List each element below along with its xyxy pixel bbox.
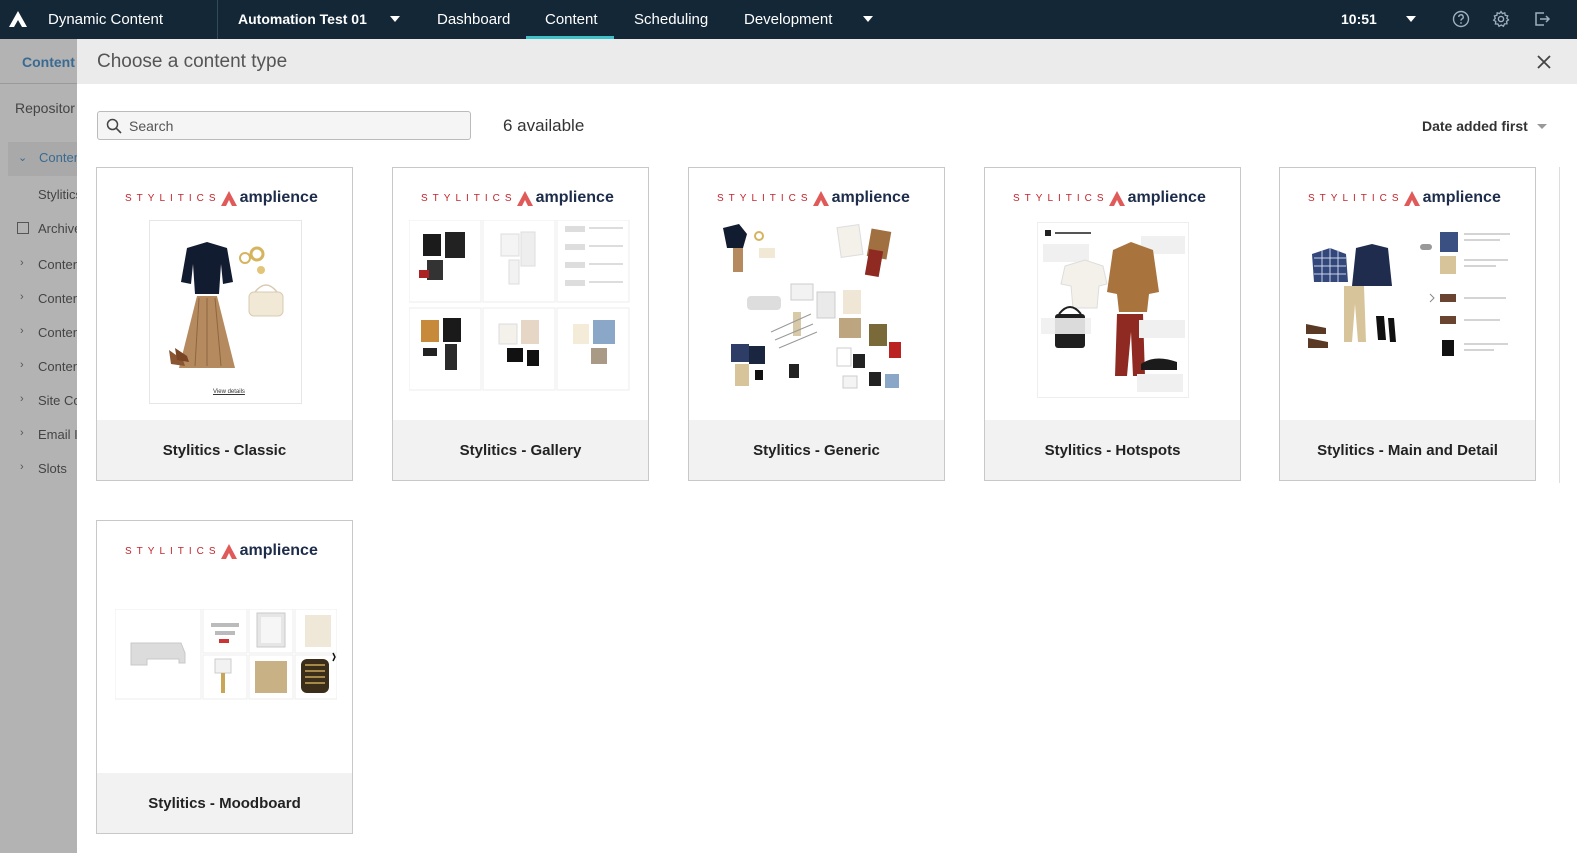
sort-dropdown[interactable]: Date added first xyxy=(1422,118,1528,134)
bg-row: Conten xyxy=(38,257,77,272)
gear-icon[interactable] xyxy=(1492,10,1510,28)
bg-row: Repositor xyxy=(15,100,75,116)
hub-chevron-down-icon[interactable] xyxy=(390,16,400,22)
amplience-logo-icon[interactable] xyxy=(8,9,28,29)
moodboard-image xyxy=(115,609,337,700)
clock: 10:51 xyxy=(1341,11,1377,27)
brand-stylitics: STYLITICS xyxy=(125,545,221,557)
nav-dashboard[interactable]: Dashboard xyxy=(437,11,510,28)
clock-chevron-down-icon[interactable] xyxy=(1406,16,1416,22)
bg-row: Stylitics xyxy=(38,187,77,202)
bg-chevron-down-icon: ⌄ xyxy=(18,152,28,164)
bg-chevron-right-icon: › xyxy=(20,461,24,473)
bg-row: Archive xyxy=(38,221,77,236)
card-thumbnail: STYLITICS amplience xyxy=(97,521,352,773)
content-type-card-classic[interactable]: STYLITICS amplience View details Styliti… xyxy=(96,167,353,481)
bg-row: Conten xyxy=(38,291,77,306)
view-details-link: View details xyxy=(213,389,245,395)
card-label: Stylitics - Classic xyxy=(97,420,352,480)
stylitics-amplience-logo: STYLITICS amplience xyxy=(717,188,922,208)
amplience-mark-icon xyxy=(516,190,533,206)
app-name: Dynamic Content xyxy=(48,11,164,28)
nav-development[interactable]: Development xyxy=(744,11,832,28)
sort-chevron-down-icon[interactable] xyxy=(1537,124,1547,129)
bg-divider xyxy=(0,83,77,84)
bg-chevron-right-icon: › xyxy=(20,257,24,269)
amplience-mark-icon xyxy=(220,543,237,559)
logout-icon[interactable] xyxy=(1533,10,1551,28)
bg-row: Site Co xyxy=(38,393,77,408)
brand-stylitics: STYLITICS xyxy=(1308,192,1404,204)
card-label: Stylitics - Generic xyxy=(689,420,944,480)
available-count: 6 available xyxy=(503,116,585,135)
amplience-mark-icon xyxy=(1108,190,1125,206)
close-icon[interactable] xyxy=(1535,53,1553,71)
amplience-mark-icon xyxy=(220,190,237,206)
main-and-detail-image xyxy=(1306,232,1510,356)
nav-divider xyxy=(217,0,218,39)
amplience-mark-icon xyxy=(812,190,829,206)
card-thumbnail: STYLITICS amplience xyxy=(393,168,648,420)
stylitics-amplience-logo: STYLITICS amplience xyxy=(125,188,330,208)
brand-amplience: amplience xyxy=(1422,189,1501,206)
brand-stylitics: STYLITICS xyxy=(717,192,813,204)
card-label: Stylitics - Moodboard xyxy=(97,773,352,833)
card-label: Stylitics - Gallery xyxy=(393,420,648,480)
nav-scheduling[interactable]: Scheduling xyxy=(634,11,708,28)
stylitics-amplience-logo: STYLITICS amplience xyxy=(1308,188,1513,208)
bg-chevron-right-icon: › xyxy=(20,359,24,371)
card-thumbnail: STYLITICS amplience xyxy=(1280,168,1535,420)
bg-row: Email I xyxy=(38,427,77,442)
card-thumbnail: STYLITICS amplience xyxy=(985,168,1240,420)
stylitics-amplience-logo: STYLITICS amplience xyxy=(421,188,626,208)
nav-more-chevron-down-icon[interactable] xyxy=(863,16,873,22)
bg-chevron-right-icon: › xyxy=(20,291,24,303)
brand-amplience: amplience xyxy=(535,189,614,206)
stylitics-amplience-logo: STYLITICS amplience xyxy=(125,541,330,561)
search-box xyxy=(97,111,471,140)
card-thumbnail: STYLITICS amplience View details xyxy=(97,168,352,420)
brand-amplience: amplience xyxy=(239,189,318,206)
content-type-card-hotspots[interactable]: STYLITICS amplience Stylitics - Hotspots xyxy=(984,167,1241,481)
card-thumbnail: STYLITICS amplience xyxy=(689,168,944,420)
generic-collage-image xyxy=(723,224,901,389)
content-type-card-generic[interactable]: STYLITICS amplience Stylitics - Generic xyxy=(688,167,945,481)
bg-chevron-right-icon: › xyxy=(20,325,24,337)
brand-amplience: amplience xyxy=(239,542,318,559)
help-icon[interactable] xyxy=(1452,10,1470,28)
search-input[interactable] xyxy=(129,117,459,134)
content-type-modal: Choose a content type 6 available Date a… xyxy=(77,39,1577,853)
hotspots-outfit-image xyxy=(1037,222,1189,398)
brand-amplience: amplience xyxy=(1127,189,1206,206)
bg-chevron-right-icon: › xyxy=(20,393,24,405)
brand-stylitics: STYLITICS xyxy=(125,192,221,204)
bg-row: Conten xyxy=(38,359,77,374)
scroll-track xyxy=(1559,167,1560,483)
gallery-grid-image xyxy=(409,220,630,391)
stylitics-amplience-logo: STYLITICS amplience xyxy=(1013,188,1218,208)
bg-tab-content: Content xyxy=(22,54,75,70)
card-label: Stylitics - Main and Detail xyxy=(1280,420,1535,480)
nav-content[interactable]: Content xyxy=(545,11,598,28)
hub-selector[interactable]: Automation Test 01 xyxy=(238,11,367,27)
brand-stylitics: STYLITICS xyxy=(1013,192,1109,204)
archive-icon xyxy=(17,222,29,234)
content-type-card-main-and-detail[interactable]: STYLITICS amplience Stylitics - Main and… xyxy=(1279,167,1536,481)
modal-title: Choose a content type xyxy=(97,51,288,72)
background-sidebar: Content Repositor ⌄ Conten Stylitics Arc… xyxy=(0,39,77,853)
bg-row: Conten xyxy=(39,150,77,165)
card-label: Stylitics - Hotspots xyxy=(985,420,1240,480)
content-type-card-gallery[interactable]: STYLITICS amplience Stylitics - Gallery xyxy=(392,167,649,481)
content-type-card-moodboard[interactable]: STYLITICS amplience Stylitics - Moodboar… xyxy=(96,520,353,834)
brand-stylitics: STYLITICS xyxy=(421,192,517,204)
top-nav-bar: Dynamic Content Automation Test 01 Dashb… xyxy=(0,0,1577,39)
amplience-mark-icon xyxy=(1403,190,1420,206)
bg-chevron-right-icon: › xyxy=(20,427,24,439)
classic-outfit-image xyxy=(149,220,302,404)
bg-row: Slots xyxy=(38,461,67,476)
search-icon xyxy=(106,118,122,134)
brand-amplience: amplience xyxy=(831,189,910,206)
bg-row: Conten xyxy=(38,325,77,340)
modal-header: Choose a content type xyxy=(77,39,1577,84)
